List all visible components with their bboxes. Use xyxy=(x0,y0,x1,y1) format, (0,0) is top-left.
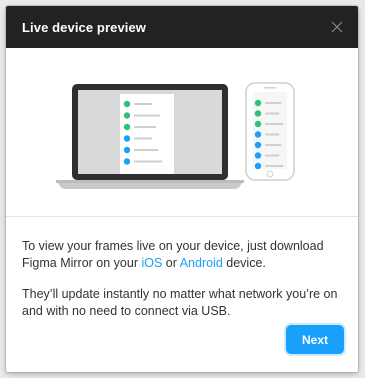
phone-illustration xyxy=(245,82,295,181)
phone-list-dot xyxy=(254,141,262,149)
phone-list-line xyxy=(265,154,280,157)
description-text: device. xyxy=(222,256,266,270)
phone-list-dot xyxy=(254,152,262,159)
phone-list-line xyxy=(265,112,280,115)
laptop-list-dot xyxy=(123,123,131,131)
dialog-body: To view your frames live on your device,… xyxy=(6,217,358,320)
laptop-list-line xyxy=(134,160,163,163)
close-icon[interactable] xyxy=(328,18,346,36)
device-preview-illustration xyxy=(6,48,358,217)
laptop-list-line xyxy=(134,126,157,128)
next-button[interactable]: Next xyxy=(286,325,344,354)
description-paragraph-2: They’ll update instantly no matter what … xyxy=(22,287,338,318)
phone-list-line xyxy=(265,102,282,104)
laptop-list-dot xyxy=(123,146,131,154)
android-link[interactable]: Android xyxy=(180,256,223,270)
phone-list-dot xyxy=(254,110,262,117)
laptop-list-dot xyxy=(123,100,131,108)
phone-list-dot xyxy=(254,99,262,107)
laptop-list-dot xyxy=(123,112,131,119)
dialog-header: Live device preview xyxy=(6,6,358,48)
laptop-illustration xyxy=(56,84,244,189)
phone-list-dot xyxy=(254,131,262,138)
phone-list-line xyxy=(265,165,284,167)
laptop-list-line xyxy=(134,149,159,151)
dialog-footer: Next xyxy=(286,325,344,354)
dialog-title: Live device preview xyxy=(22,19,147,35)
laptop-list-dot xyxy=(123,135,131,142)
description-text: or xyxy=(162,256,180,270)
phone-list-line xyxy=(265,123,284,125)
laptop-list-dot xyxy=(123,158,131,165)
phone-list-dot xyxy=(254,162,262,170)
live-device-preview-dialog: Live device preview To view your frames … xyxy=(6,6,358,372)
laptop-list-line xyxy=(134,114,161,117)
phone-list-dot xyxy=(254,120,262,128)
description-paragraph-1: To view your frames live on your device,… xyxy=(22,238,342,272)
laptop-list-line xyxy=(134,137,153,140)
phone-list-line xyxy=(265,144,282,146)
phone-list-line xyxy=(265,133,280,136)
laptop-list-line xyxy=(134,103,153,105)
ios-link[interactable]: iOS xyxy=(141,256,162,270)
